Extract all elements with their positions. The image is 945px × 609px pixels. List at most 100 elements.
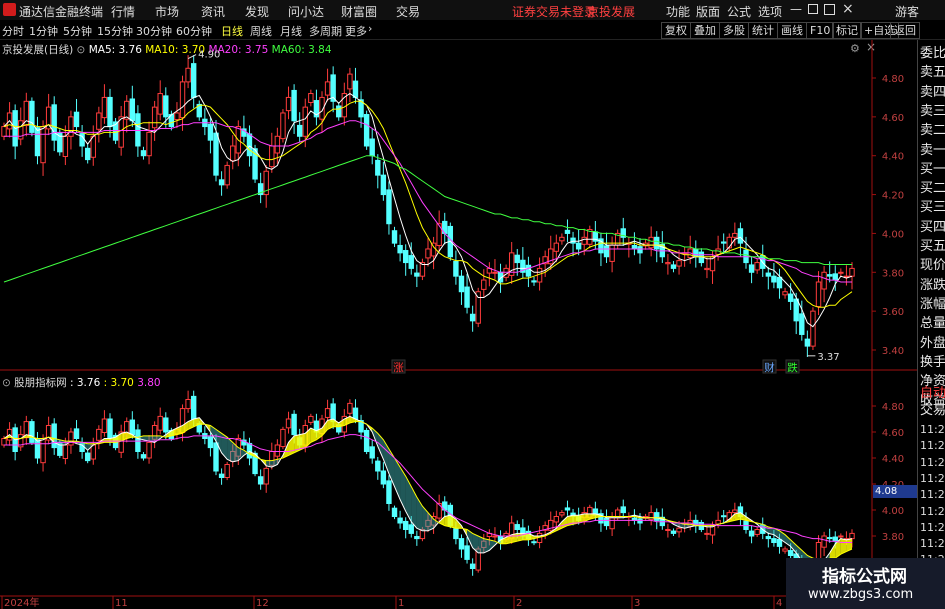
candle-body [469, 313, 476, 322]
candle-body [369, 138, 375, 157]
candle-body [609, 244, 615, 262]
panel-tab-0[interactable]: 自动 [920, 386, 945, 401]
trade-login-status[interactable]: 证券交易未登录 [512, 3, 596, 20]
sub-candle-body [274, 444, 281, 457]
sub-candle-body [620, 506, 626, 514]
candle-body [347, 73, 353, 90]
back-button[interactable]: 返回 [890, 22, 920, 39]
menu-trade[interactable]: 交易 [396, 3, 420, 20]
period-tab-5min[interactable]: 5分钟 [63, 23, 92, 39]
f10-button[interactable]: F10 [806, 22, 835, 39]
period-tab-more[interactable]: 更多 [345, 23, 367, 39]
multi-stock-button[interactable]: 多股 [719, 22, 749, 39]
menu-wealth-circle[interactable]: 财富圈 [341, 3, 377, 20]
chevron-right-icon[interactable]: › [368, 22, 372, 35]
candle-body [676, 260, 682, 267]
candle-body [838, 271, 844, 274]
sub-candle-body [51, 423, 57, 449]
candle-body [849, 267, 855, 277]
sub-candle-body [391, 507, 398, 517]
date-axis-label: 2 [516, 598, 522, 609]
close-icon[interactable]: × [842, 1, 854, 17]
event-tag-0[interactable]: 涨 [393, 362, 404, 374]
sub-candle-body [101, 418, 108, 434]
candle-body [637, 246, 643, 254]
candle-body [570, 237, 576, 244]
candle-body [34, 127, 41, 157]
candle-body [146, 131, 152, 157]
candle-body [246, 133, 253, 157]
menu-market[interactable]: 市场 [155, 3, 179, 20]
candle-body [185, 67, 191, 83]
candle-body [832, 273, 838, 281]
menu-discover[interactable]: 发现 [245, 3, 269, 20]
menu-layout[interactable]: 版面 [696, 3, 720, 20]
high-marker-label: 4.90 [198, 50, 220, 61]
indicator-band [444, 515, 451, 527]
sub-candle-body [140, 454, 147, 459]
indicator-name[interactable]: 股朋指标网 [14, 377, 67, 389]
trade-time-7: 11:29 [920, 537, 945, 551]
period-tab-60min[interactable]: 60分钟 [176, 23, 212, 39]
restore-icon[interactable] [808, 4, 818, 14]
app-logo-icon [3, 3, 16, 16]
overlay-button[interactable]: 叠加 [690, 22, 720, 39]
period-tab-weekly[interactable]: 周线 [250, 23, 272, 39]
price-axis-label: 3.80 [882, 268, 904, 279]
panel-label-0: 委比 [920, 46, 945, 61]
sub-candle-body [676, 527, 682, 533]
price-axis-label: 4.60 [882, 113, 904, 124]
period-tab-15min[interactable]: 15分钟 [97, 23, 133, 39]
event-tag-1[interactable]: 财 [764, 361, 775, 374]
period-tab-30min[interactable]: 30分钟 [136, 23, 172, 39]
candle-body [514, 254, 520, 264]
candle-body [324, 81, 331, 96]
mark-button[interactable]: 标记 [832, 22, 862, 39]
menu-options[interactable]: 选项 [758, 3, 782, 20]
menu-news[interactable]: 资讯 [201, 3, 225, 20]
period-tab-timeshare[interactable]: 分时 [2, 23, 24, 39]
sub-candle-body [29, 421, 35, 443]
menu-market-quotes[interactable]: 行情 [111, 3, 135, 20]
candle-body [787, 293, 794, 302]
kline-chart[interactable]: 4.80 4.60 4.40 4.20 4.00 3.80 3.60 3.40 4.80 4.6… [0, 40, 917, 609]
period-tab-monthly[interactable]: 月线 [280, 23, 302, 39]
menu-formula[interactable]: 公式 [727, 3, 751, 20]
period-tab-1min[interactable]: 1分钟 [29, 23, 58, 39]
sub-candle-body [1, 438, 7, 446]
app-name: 通达信金融终端 [19, 5, 104, 19]
minimize-icon[interactable]: — [790, 2, 802, 16]
candle-body [118, 116, 124, 148]
watermark-title: 指标公式网 [822, 567, 907, 587]
sub-axis-label: 3.80 [882, 532, 904, 543]
sub-candle-body [603, 517, 610, 527]
adjust-button[interactable]: 复权 [661, 22, 691, 39]
maximize-icon[interactable] [824, 4, 835, 15]
statistics-button[interactable]: 统计 [748, 22, 778, 39]
candle-body [157, 93, 163, 115]
candle-body [336, 105, 342, 118]
candle-body [665, 262, 671, 265]
candle-body [280, 112, 286, 140]
guest-user[interactable]: 游客 [895, 3, 919, 20]
draw-line-button[interactable]: 画线 [777, 22, 807, 39]
candle-body [163, 95, 169, 118]
trade-time-5: 11:29 [920, 504, 945, 518]
menu-function[interactable]: 功能 [666, 3, 690, 20]
sub-candle-body [157, 415, 163, 431]
panel-label-5: 卖一 [920, 142, 945, 158]
panel-label-7: 买二 [920, 181, 945, 197]
event-tag-2[interactable]: 跌 [787, 361, 798, 374]
candle-body [453, 260, 459, 277]
period-tab-daily[interactable]: 日线 [221, 23, 243, 39]
menu-ask-xiaoda[interactable]: 问小达 [288, 3, 324, 20]
panel-tab-1[interactable]: 交易 [920, 403, 945, 418]
candle-body [90, 135, 96, 158]
candle-body [771, 275, 777, 283]
period-tab-multi[interactable]: 多周期 [309, 23, 342, 39]
candle-body [531, 280, 537, 283]
candle-body [525, 264, 532, 277]
indicator-circle-icon[interactable]: ⊙ [2, 377, 11, 389]
candle-body [670, 264, 677, 269]
trade-time-6: 11:29 [920, 520, 945, 534]
